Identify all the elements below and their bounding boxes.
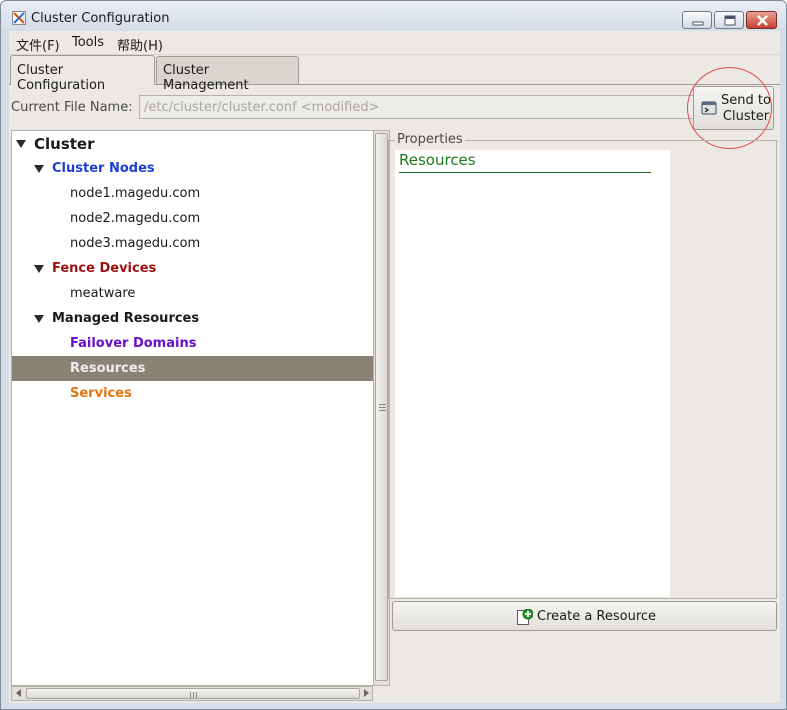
menu-tools[interactable]: Tools — [72, 35, 104, 50]
file-name-label: Current File Name: — [11, 100, 133, 115]
properties-content: Resources — [395, 150, 670, 597]
maximize-button[interactable] — [714, 11, 744, 29]
create-resource-button[interactable]: Create a Resource — [392, 601, 777, 631]
tree-label-cluster: Cluster — [34, 135, 95, 153]
minimize-button[interactable] — [682, 11, 712, 29]
tab-cluster-management[interactable]: Cluster Management — [156, 56, 299, 93]
horizontal-scroll-thumb[interactable] — [26, 688, 360, 699]
tree-label-failover-domains: Failover Domains — [70, 336, 197, 351]
close-icon — [757, 15, 768, 26]
resources-heading: Resources — [399, 151, 476, 169]
tree-item-node[interactable]: node3.magedu.com — [12, 231, 373, 256]
menu-help[interactable]: 帮助(H) — [117, 35, 163, 54]
create-resource-label: Create a Resource — [537, 609, 657, 624]
tree-label-services: Services — [70, 386, 132, 401]
tree-label-node: node2.magedu.com — [70, 211, 201, 226]
tree-item-node[interactable]: node1.magedu.com — [12, 181, 373, 206]
app-window: Cluster Configuration 文件(F) Tools 帮助(H) … — [0, 0, 787, 710]
tree-label-node: node3.magedu.com — [70, 236, 201, 251]
tree-label-fence-device: meatware — [70, 286, 136, 301]
window-title: Cluster Configuration — [31, 11, 170, 26]
tab-label: Cluster Management — [163, 63, 249, 93]
tree-label-resources: Resources — [70, 361, 146, 376]
file-name-field[interactable]: /etc/cluster/cluster.conf <modified> — [139, 95, 695, 119]
scroll-left-arrow-icon[interactable] — [16, 689, 21, 697]
expander-down-icon[interactable] — [34, 315, 44, 323]
tree-item-resources[interactable]: Resources — [12, 356, 373, 381]
menu-bar: 文件(F) Tools 帮助(H) — [9, 31, 780, 55]
vertical-scroll-thumb[interactable] — [375, 133, 388, 681]
tree-horizontal-scrollbar[interactable] — [11, 686, 373, 701]
expander-down-icon[interactable] — [16, 140, 26, 148]
maximize-icon — [724, 15, 736, 26]
close-button[interactable] — [746, 11, 777, 29]
tab-label: Cluster Configuration — [17, 63, 106, 93]
tree-item-managed-resources[interactable]: Managed Resources — [12, 306, 373, 331]
grip-line — [379, 407, 386, 408]
tree-label-managed-resources: Managed Resources — [52, 311, 200, 326]
tree-item-failover-domains[interactable]: Failover Domains — [12, 331, 373, 356]
tree-item-node[interactable]: node2.magedu.com — [12, 206, 373, 231]
scroll-right-arrow-icon[interactable] — [364, 689, 369, 697]
tree-label-fence-devices: Fence Devices — [52, 261, 157, 276]
grip-line — [190, 692, 191, 698]
cluster-tree: Cluster Cluster Nodes node1.magedu.com n… — [11, 130, 373, 686]
send-button-label: Send to Cluster — [721, 93, 771, 124]
title-bar[interactable]: Cluster Configuration — [1, 1, 786, 31]
properties-title: Properties — [395, 132, 465, 147]
grip-line — [379, 410, 386, 411]
grip-line — [379, 404, 386, 405]
grip-line — [193, 692, 194, 698]
tab-cluster-configuration[interactable]: Cluster Configuration — [10, 55, 155, 93]
heading-underline — [399, 172, 651, 173]
send-to-cluster-icon — [701, 101, 717, 115]
tree-item-fence-device[interactable]: meatware — [12, 281, 373, 306]
expander-down-icon[interactable] — [34, 165, 44, 173]
expander-down-icon[interactable] — [34, 265, 44, 273]
tree-item-fence-devices[interactable]: Fence Devices — [12, 256, 373, 281]
add-resource-icon — [517, 609, 533, 625]
menu-file[interactable]: 文件(F) — [16, 35, 60, 54]
send-to-cluster-button[interactable]: Send to Cluster — [693, 86, 774, 130]
tree-item-services[interactable]: Services — [12, 381, 373, 406]
minimize-icon — [692, 21, 704, 26]
tree-label-cluster-nodes: Cluster Nodes — [52, 161, 155, 176]
tree-item-cluster-nodes[interactable]: Cluster Nodes — [12, 156, 373, 181]
tree-label-node: node1.magedu.com — [70, 186, 201, 201]
tree-item-cluster[interactable]: Cluster — [12, 131, 373, 156]
grip-line — [196, 692, 197, 698]
cluster-config-icon — [12, 11, 26, 25]
client-area: 文件(F) Tools 帮助(H) Cluster Configuration … — [9, 31, 780, 703]
